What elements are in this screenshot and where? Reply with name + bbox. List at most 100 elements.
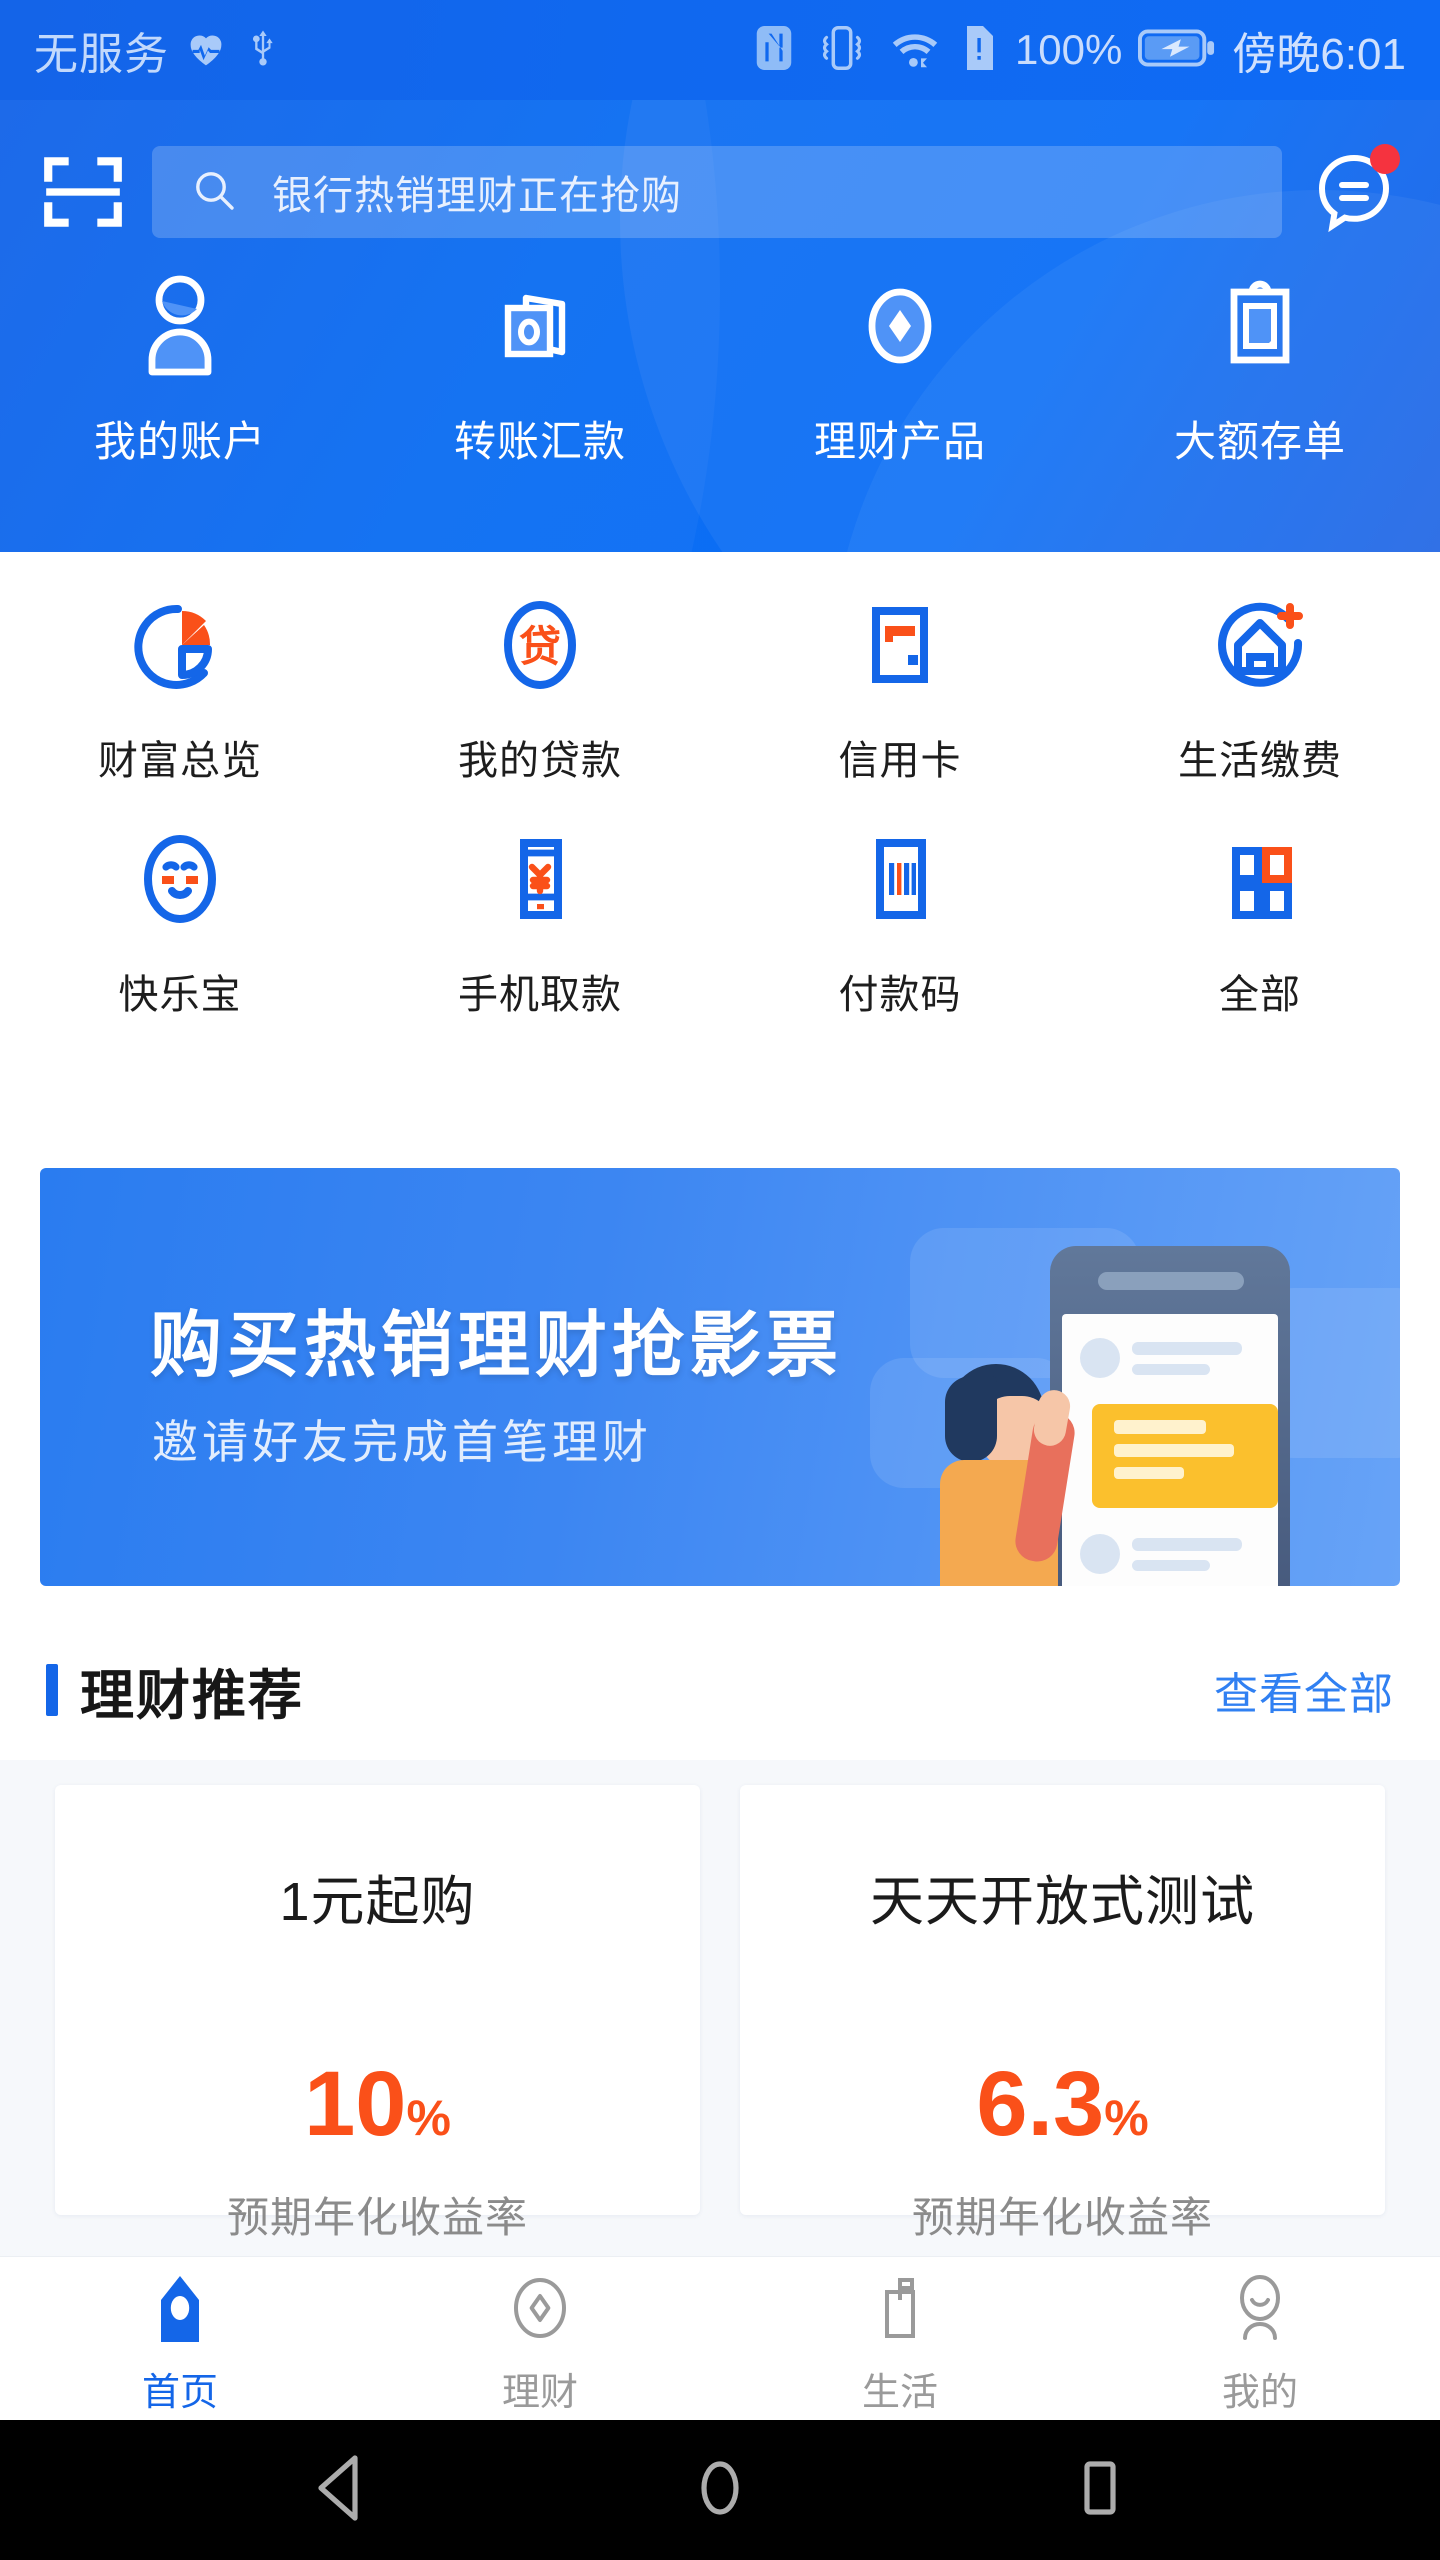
triangle-back-icon bbox=[309, 2452, 371, 2529]
quick-item-label: 财富总览 bbox=[98, 739, 262, 783]
section-accent-bar bbox=[46, 1664, 58, 1716]
bottom-tab-bar: 首页 理财 生活 我的 bbox=[0, 2256, 1440, 2420]
message-badge bbox=[1370, 144, 1400, 174]
svg-text:贷: 贷 bbox=[519, 622, 561, 671]
header-action-my-account[interactable]: 我的账户 bbox=[0, 270, 360, 469]
barcode-icon bbox=[845, 824, 955, 934]
product-rate-number: 10 bbox=[304, 2053, 407, 2155]
status-bar-left: 无服务 bbox=[34, 18, 283, 82]
quick-item-mobile-withdraw[interactable]: 手机取款 bbox=[360, 824, 720, 1020]
diamond-circle-icon bbox=[840, 270, 960, 382]
wifi-icon bbox=[887, 25, 943, 76]
nfc-icon bbox=[751, 22, 797, 79]
product-rate-desc: 预期年化收益率 bbox=[226, 2194, 528, 2241]
status-bar: 无服务 100% 傍晚6:01 bbox=[0, 0, 1440, 100]
message-icon[interactable] bbox=[1306, 144, 1402, 240]
header-action-transfer[interactable]: 转账汇款 bbox=[360, 270, 720, 469]
header-action-row: 我的账户 转账汇款 理财产品 大额存单 bbox=[0, 270, 1440, 469]
quick-item-my-loan[interactable]: 贷 我的贷款 bbox=[360, 590, 720, 786]
pie-chart-icon bbox=[125, 590, 235, 700]
section-title-group: 理财推荐 bbox=[46, 1651, 304, 1730]
quick-grid-row-2: 快乐宝 手机取款 付款码 全部 bbox=[0, 786, 1440, 1020]
quick-item-label: 付款码 bbox=[838, 973, 962, 1017]
product-rate-unit: % bbox=[1104, 2090, 1149, 2146]
status-bar-right: 100% 傍晚6:01 bbox=[751, 18, 1406, 82]
carrier-label: 无服务 bbox=[34, 30, 169, 79]
transfer-icon bbox=[480, 270, 600, 382]
product-rate-number: 6.3 bbox=[976, 2053, 1105, 2155]
product-title: 天天开放式测试 bbox=[870, 1872, 1255, 1932]
product-card[interactable]: 1元起购 10% 预期年化收益率 bbox=[55, 1785, 700, 2241]
app-header: 银行热销理财正在抢购 我的账户 转账汇款 理财产品 大额存单 bbox=[0, 100, 1440, 552]
product-card-list: 1元起购 10% 预期年化收益率 天天开放式测试 6.3% 预期年化收益率 bbox=[0, 1785, 1440, 2241]
square-recents-icon bbox=[1069, 2452, 1131, 2529]
quick-item-payment-code[interactable]: 付款码 bbox=[720, 824, 1080, 1020]
quick-item-label: 生活缴费 bbox=[1178, 739, 1342, 783]
banner-highlight-line-2 bbox=[1114, 1444, 1234, 1457]
recents-button[interactable] bbox=[1060, 2450, 1140, 2530]
header-action-wealth-products[interactable]: 理财产品 bbox=[720, 270, 1080, 469]
product-rate: 6.3% bbox=[976, 2058, 1148, 2150]
quick-item-label: 我的贷款 bbox=[458, 739, 622, 783]
circle-home-icon bbox=[689, 2452, 751, 2529]
tab-home[interactable]: 首页 bbox=[0, 2271, 360, 2416]
tab-finance[interactable]: 理财 bbox=[360, 2271, 720, 2416]
tab-label: 生活 bbox=[861, 2372, 938, 2414]
quick-item-credit-card[interactable]: 信用卡 bbox=[720, 590, 1080, 786]
product-rate-unit: % bbox=[406, 2090, 451, 2146]
quick-item-label: 信用卡 bbox=[838, 739, 962, 783]
profile-icon bbox=[1222, 2271, 1298, 2347]
vibrate-icon bbox=[813, 22, 871, 79]
home-button[interactable] bbox=[680, 2450, 760, 2530]
banner-skeleton-line-3 bbox=[1132, 1538, 1242, 1551]
promo-banner[interactable]: 购买热销理财抢影票 邀请好友完成首笔理财 bbox=[40, 1168, 1400, 1586]
life-icon bbox=[862, 2271, 938, 2347]
banner-highlight-line-3 bbox=[1114, 1467, 1184, 1479]
header-action-label: 大额存单 bbox=[1173, 418, 1346, 465]
banner-subtitle: 邀请好友完成首笔理财 bbox=[152, 1416, 652, 1468]
quick-item-label: 手机取款 bbox=[458, 973, 622, 1017]
android-navigation-bar bbox=[0, 2420, 1440, 2560]
finance-icon bbox=[502, 2271, 578, 2347]
quick-grid-row-1: 财富总览 贷 我的贷款 信用卡 生活缴费 bbox=[0, 552, 1440, 786]
scan-icon[interactable] bbox=[38, 147, 128, 237]
search-icon bbox=[190, 166, 238, 219]
tab-label: 我的 bbox=[1221, 2372, 1298, 2414]
quick-item-label: 快乐宝 bbox=[118, 973, 242, 1017]
sim-alert-icon bbox=[959, 23, 999, 78]
product-rate: 10% bbox=[304, 2058, 451, 2150]
smiley-icon bbox=[125, 824, 235, 934]
quick-item-label: 全部 bbox=[1219, 973, 1301, 1017]
product-card[interactable]: 天天开放式测试 6.3% 预期年化收益率 bbox=[740, 1785, 1385, 2241]
quick-item-life-payment[interactable]: 生活缴费 bbox=[1080, 590, 1440, 786]
search-placeholder: 银行热销理财正在抢购 bbox=[272, 174, 682, 218]
tab-profile[interactable]: 我的 bbox=[1080, 2271, 1440, 2416]
banner-phone-notch bbox=[1098, 1272, 1244, 1290]
heart-rate-icon bbox=[183, 25, 229, 76]
phone-cash-icon bbox=[485, 824, 595, 934]
product-rate-desc: 预期年化收益率 bbox=[911, 2194, 1213, 2241]
quick-item-all[interactable]: 全部 bbox=[1080, 824, 1440, 1020]
quick-item-wealth-overview[interactable]: 财富总览 bbox=[0, 590, 360, 786]
home-icon bbox=[142, 2271, 218, 2347]
header-action-large-deposit[interactable]: 大额存单 bbox=[1080, 270, 1440, 469]
product-title: 1元起购 bbox=[279, 1872, 476, 1932]
usb-icon bbox=[243, 25, 283, 76]
banner-person-hair-side bbox=[945, 1376, 997, 1462]
back-button[interactable] bbox=[300, 2450, 380, 2530]
banner-skeleton-line-2 bbox=[1132, 1364, 1210, 1375]
header-action-label: 理财产品 bbox=[813, 418, 986, 465]
search-input[interactable]: 银行热销理财正在抢购 bbox=[152, 146, 1282, 238]
battery-charging-icon bbox=[1138, 26, 1216, 75]
search-row: 银行热销理财正在抢购 bbox=[0, 136, 1440, 248]
credit-card-icon bbox=[845, 590, 955, 700]
view-all-link[interactable]: 查看全部 bbox=[1214, 1658, 1394, 1722]
clock-label: 傍晚6:01 bbox=[1232, 30, 1406, 79]
quick-item-happy-treasure[interactable]: 快乐宝 bbox=[0, 824, 360, 1020]
tab-life[interactable]: 生活 bbox=[720, 2271, 1080, 2416]
tab-label: 首页 bbox=[141, 2372, 218, 2414]
tab-label: 理财 bbox=[501, 2372, 578, 2414]
house-plus-icon bbox=[1205, 590, 1315, 700]
battery-percent-label: 100% bbox=[1014, 26, 1123, 73]
section-title: 理财推荐 bbox=[80, 1665, 304, 1726]
